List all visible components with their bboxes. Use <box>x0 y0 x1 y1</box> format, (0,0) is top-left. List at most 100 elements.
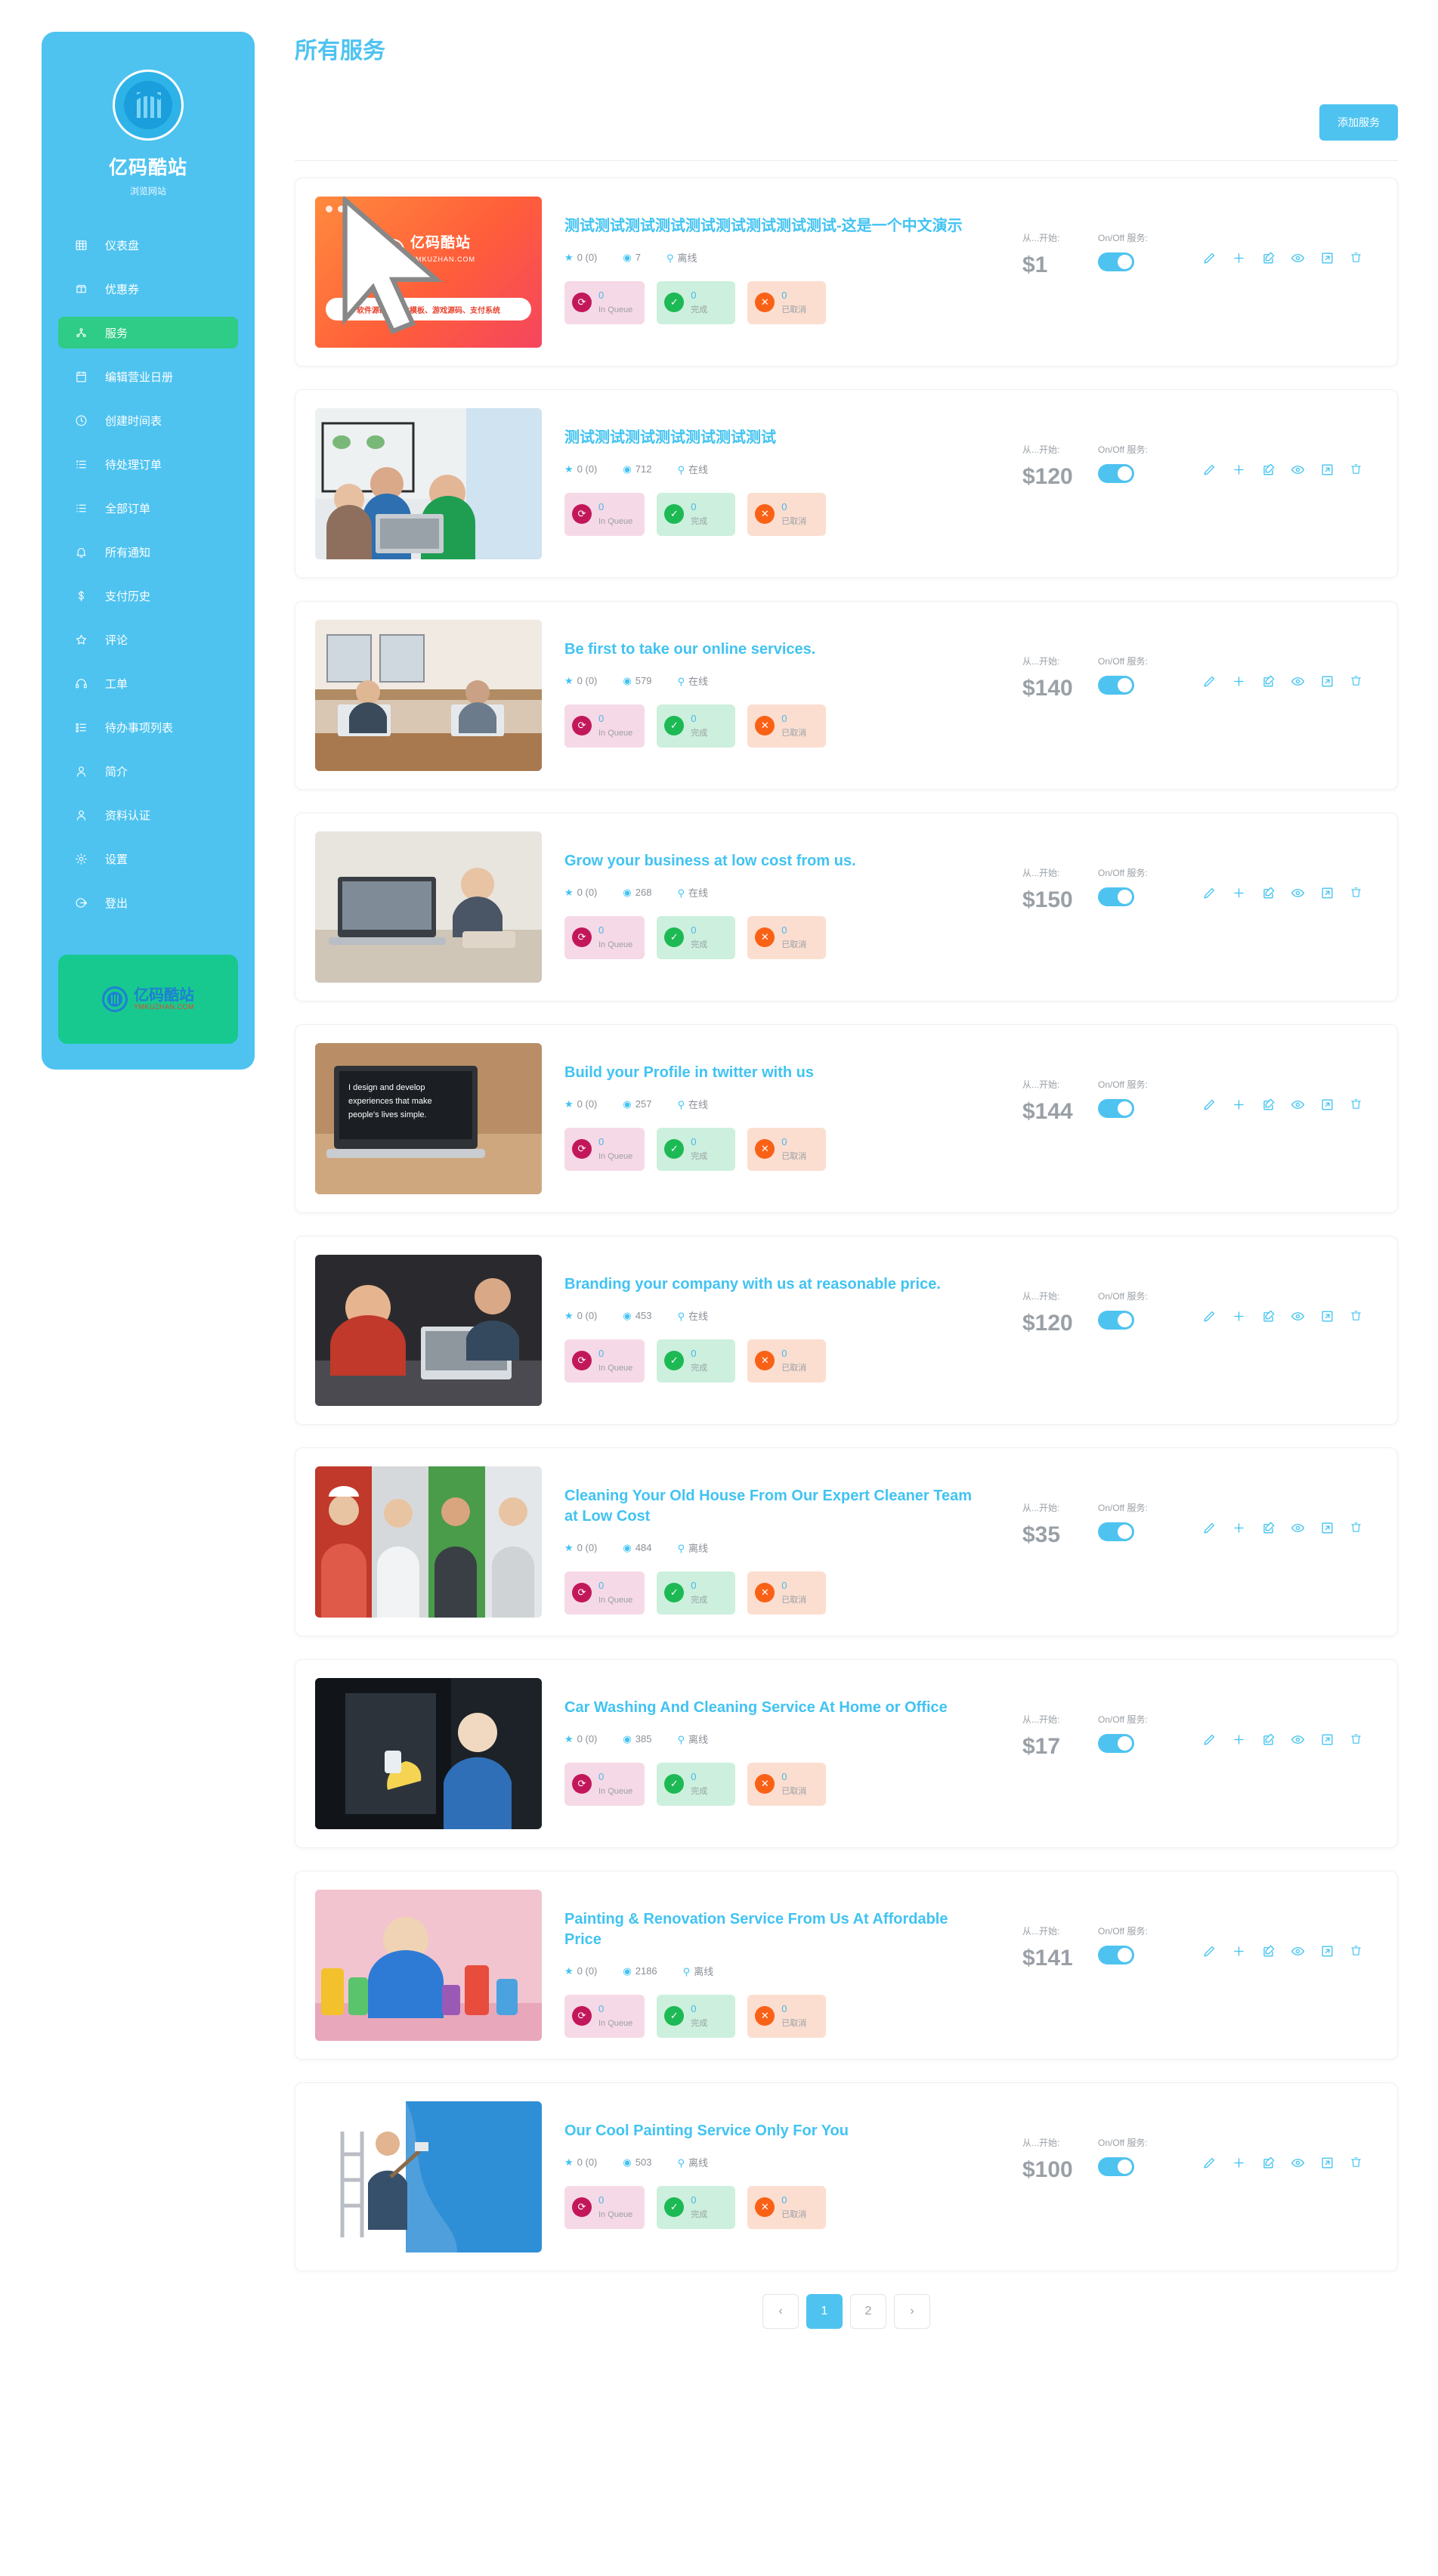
edit-pencil-icon[interactable] <box>1202 1098 1217 1112</box>
sidebar-item-12[interactable]: 待办事项列表 <box>58 711 238 743</box>
pagination-next[interactable]: › <box>894 2294 930 2329</box>
sidebar-item-7[interactable]: 全部订单 <box>58 492 238 524</box>
trash-icon[interactable] <box>1350 251 1362 265</box>
service-title[interactable]: 测试测试测试测试测试测试测试 <box>564 428 988 448</box>
service-on-off-toggle[interactable] <box>1098 887 1134 906</box>
external-link-icon[interactable] <box>1320 251 1334 265</box>
external-link-icon[interactable] <box>1320 2156 1334 2170</box>
service-on-off-toggle[interactable] <box>1098 1099 1134 1118</box>
edit-square-icon[interactable] <box>1261 2156 1276 2170</box>
edit-square-icon[interactable] <box>1261 674 1276 689</box>
service-thumbnail[interactable] <box>315 831 542 983</box>
pagination-page-1[interactable]: 1 <box>806 2294 843 2329</box>
plus-icon[interactable] <box>1232 1732 1246 1747</box>
service-on-off-toggle[interactable] <box>1098 2157 1134 2176</box>
eye-icon[interactable] <box>1291 1098 1305 1112</box>
service-thumbnail[interactable] <box>315 1255 542 1406</box>
pagination-page-2[interactable]: 2 <box>850 2294 886 2329</box>
service-title[interactable]: Grow your business at low cost from us. <box>564 851 988 872</box>
trash-icon[interactable] <box>1350 1944 1362 1958</box>
service-thumbnail[interactable] <box>315 408 542 559</box>
external-link-icon[interactable] <box>1320 886 1334 900</box>
eye-icon[interactable] <box>1291 1309 1305 1324</box>
eye-icon[interactable] <box>1291 2156 1305 2170</box>
service-on-off-toggle[interactable] <box>1098 252 1134 271</box>
edit-pencil-icon[interactable] <box>1202 1309 1217 1324</box>
edit-pencil-icon[interactable] <box>1202 2156 1217 2170</box>
service-title[interactable]: Our Cool Painting Service Only For You <box>564 2121 988 2141</box>
brand[interactable]: 亿码酷站 浏览网站 <box>42 54 255 200</box>
pagination-prev[interactable]: ‹ <box>762 2294 799 2329</box>
trash-icon[interactable] <box>1350 674 1362 689</box>
sidebar-item-3[interactable]: 服务 <box>58 317 238 348</box>
plus-icon[interactable] <box>1232 2156 1246 2170</box>
service-title[interactable]: 测试测试测试测试测试测试测试测试测试-这是一个中文演示 <box>564 216 988 237</box>
plus-icon[interactable] <box>1232 674 1246 689</box>
plus-icon[interactable] <box>1232 251 1246 265</box>
external-link-icon[interactable] <box>1320 463 1334 477</box>
service-on-off-toggle[interactable] <box>1098 676 1134 695</box>
service-title[interactable]: Painting & Renovation Service From Us At… <box>564 1909 988 1950</box>
sidebar-item-14[interactable]: 资料认证 <box>58 799 238 831</box>
sidebar-promo-card[interactable]: 亿码酷站 YMKUZHAN.COM <box>58 955 238 1044</box>
eye-icon[interactable] <box>1291 886 1305 900</box>
sidebar-item-11[interactable]: 工单 <box>58 667 238 699</box>
service-on-off-toggle[interactable] <box>1098 1311 1134 1330</box>
sidebar-item-1[interactable]: 仪表盘 <box>58 229 238 261</box>
edit-pencil-icon[interactable] <box>1202 886 1217 900</box>
external-link-icon[interactable] <box>1320 1732 1334 1747</box>
trash-icon[interactable] <box>1350 1309 1362 1324</box>
edit-pencil-icon[interactable] <box>1202 674 1217 689</box>
sidebar-item-13[interactable]: 简介 <box>58 755 238 787</box>
edit-square-icon[interactable] <box>1261 1944 1276 1958</box>
edit-square-icon[interactable] <box>1261 886 1276 900</box>
edit-pencil-icon[interactable] <box>1202 1944 1217 1958</box>
external-link-icon[interactable] <box>1320 1521 1334 1535</box>
sidebar-item-2[interactable]: 优惠券 <box>58 273 238 305</box>
plus-icon[interactable] <box>1232 1309 1246 1324</box>
eye-icon[interactable] <box>1291 1732 1305 1747</box>
service-title[interactable]: Car Washing And Cleaning Service At Home… <box>564 1698 988 1718</box>
trash-icon[interactable] <box>1350 1521 1362 1535</box>
sidebar-item-10[interactable]: 评论 <box>58 624 238 655</box>
edit-square-icon[interactable] <box>1261 1521 1276 1535</box>
plus-icon[interactable] <box>1232 886 1246 900</box>
plus-icon[interactable] <box>1232 1521 1246 1535</box>
service-on-off-toggle[interactable] <box>1098 464 1134 483</box>
service-on-off-toggle[interactable] <box>1098 1522 1134 1541</box>
service-title[interactable]: Be first to take our online services. <box>564 639 988 660</box>
edit-pencil-icon[interactable] <box>1202 251 1217 265</box>
sidebar-item-6[interactable]: 待处理订单 <box>58 448 238 480</box>
edit-pencil-icon[interactable] <box>1202 1732 1217 1747</box>
edit-pencil-icon[interactable] <box>1202 1521 1217 1535</box>
service-on-off-toggle[interactable] <box>1098 1946 1134 1965</box>
plus-icon[interactable] <box>1232 1944 1246 1958</box>
eye-icon[interactable] <box>1291 1944 1305 1958</box>
external-link-icon[interactable] <box>1320 1309 1334 1324</box>
trash-icon[interactable] <box>1350 463 1362 477</box>
service-title[interactable]: Branding your company with us at reasona… <box>564 1274 988 1295</box>
eye-icon[interactable] <box>1291 251 1305 265</box>
edit-square-icon[interactable] <box>1261 1098 1276 1112</box>
external-link-icon[interactable] <box>1320 674 1334 689</box>
service-on-off-toggle[interactable] <box>1098 1734 1134 1753</box>
sidebar-item-8[interactable]: 所有通知 <box>58 536 238 568</box>
eye-icon[interactable] <box>1291 1521 1305 1535</box>
sidebar-item-4[interactable]: 编辑营业日册 <box>58 361 238 392</box>
plus-icon[interactable] <box>1232 463 1246 477</box>
sidebar-item-15[interactable]: 设置 <box>58 843 238 875</box>
sidebar-item-9[interactable]: 支付历史 <box>58 580 238 611</box>
service-thumbnail[interactable]: Y亿码酷站YMKUZHAN.COM软件源码、网站模板、游戏源码、支付系统 <box>315 197 542 348</box>
sidebar-item-16[interactable]: 登出 <box>58 887 238 918</box>
service-title[interactable]: Build your Profile in twitter with us <box>564 1063 988 1083</box>
service-thumbnail[interactable] <box>315 1466 542 1618</box>
trash-icon[interactable] <box>1350 1098 1362 1112</box>
edit-square-icon[interactable] <box>1261 251 1276 265</box>
trash-icon[interactable] <box>1350 886 1362 900</box>
service-thumbnail[interactable] <box>315 1678 542 1829</box>
service-thumbnail[interactable] <box>315 1890 542 2041</box>
edit-pencil-icon[interactable] <box>1202 463 1217 477</box>
external-link-icon[interactable] <box>1320 1098 1334 1112</box>
service-title[interactable]: Cleaning Your Old House From Our Expert … <box>564 1486 988 1527</box>
edit-square-icon[interactable] <box>1261 1732 1276 1747</box>
